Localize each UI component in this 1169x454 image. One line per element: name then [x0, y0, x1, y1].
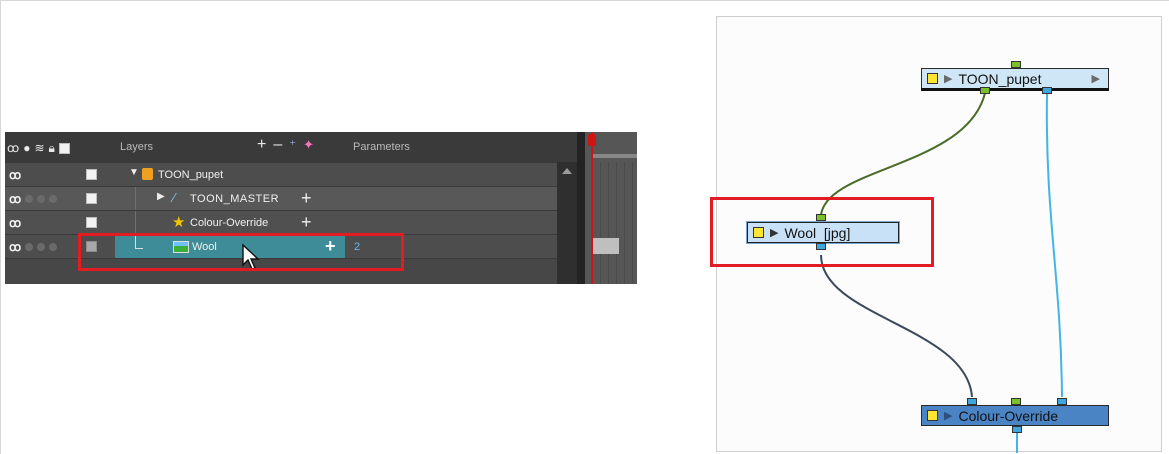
- node-colour-override[interactable]: ▶ Colour-Override: [921, 405, 1109, 426]
- node-output-port[interactable]: [1042, 87, 1052, 94]
- node-expand-arrow-icon[interactable]: ▶: [944, 72, 952, 85]
- onion-skin-icon[interactable]: ꝏ: [9, 192, 21, 206]
- node-label: Colour-Override: [958, 407, 1059, 424]
- onion-skin-icon[interactable]: ꝏ: [9, 240, 21, 254]
- scrollbar[interactable]: [557, 162, 577, 284]
- playhead-line[interactable]: [591, 132, 593, 284]
- node-output-port[interactable]: [980, 87, 990, 94]
- layer-tools: + – ⁺ ✦: [257, 136, 314, 154]
- selected-frames[interactable]: [593, 238, 619, 254]
- expand-arrow-icon[interactable]: ▼: [129, 167, 139, 178]
- lock-icon[interactable]: 🔒︎: [49, 141, 55, 155]
- layer-toggle-icons: ꝏ ● ≋ 🔒︎: [7, 140, 70, 156]
- layer-name[interactable]: Colour-Override: [190, 217, 268, 229]
- node-expand-arrow-icon[interactable]: ▶: [944, 409, 952, 422]
- node-input-port[interactable]: [967, 398, 977, 405]
- layer-color-swatch[interactable]: [86, 169, 97, 180]
- layers-label: Layers: [120, 141, 154, 153]
- xsheet-frames[interactable]: [585, 132, 637, 284]
- layer-name[interactable]: TOON_pupet: [158, 169, 223, 181]
- group-icon: [142, 168, 153, 180]
- node-underline: [921, 88, 1109, 91]
- add-child-icon[interactable]: +: [301, 188, 312, 208]
- tree-line: [135, 211, 136, 235]
- layer-row-toon-pupet[interactable]: ꝏ ▼ TOON_pupet: [5, 162, 557, 186]
- node-enter-arrow-icon[interactable]: ▶: [1092, 72, 1100, 85]
- layer-status-dots: [25, 195, 57, 203]
- layer-status-dots: [25, 243, 57, 251]
- parameters-label: Parameters: [353, 141, 410, 153]
- node-output-port[interactable]: [1012, 426, 1022, 433]
- node-input-port[interactable]: [1057, 398, 1067, 405]
- node-input-port[interactable]: [1011, 398, 1021, 405]
- add-effect-icon[interactable]: ✦: [303, 137, 314, 153]
- layer-color-swatch[interactable]: [86, 217, 97, 228]
- onion-skin-icon[interactable]: ꝏ: [9, 216, 21, 230]
- add-peg-icon[interactable]: ⁺: [289, 137, 296, 153]
- highlight-box-wool-layer: [78, 233, 404, 271]
- onion-skin-icon[interactable]: ꝏ: [7, 141, 19, 155]
- node-display-toggle[interactable]: [927, 410, 938, 421]
- layer-name[interactable]: TOON_MASTER: [190, 193, 279, 205]
- remove-layer-icon[interactable]: –: [273, 136, 282, 154]
- node-toon-pupet[interactable]: ▶ TOON_pupet ▶: [921, 68, 1109, 89]
- node-display-toggle[interactable]: [927, 73, 938, 84]
- onion-skin-icon[interactable]: ꝏ: [9, 168, 21, 182]
- layer-color-swatch[interactable]: [86, 193, 97, 204]
- playhead-handle[interactable]: [588, 134, 596, 146]
- scroll-up-icon[interactable]: [562, 168, 572, 174]
- node-input-port[interactable]: [1011, 61, 1021, 68]
- collapse-arrow-icon[interactable]: ▶: [157, 191, 165, 202]
- drawing-icon: ⁄: [173, 190, 176, 205]
- node-label: TOON_pupet: [958, 70, 1042, 87]
- add-layer-icon[interactable]: +: [257, 136, 266, 154]
- layer-row-toon-master[interactable]: ꝏ ▶ ⁄ TOON_MASTER +: [5, 186, 557, 211]
- timeline-header: ꝏ ● ≋ 🔒︎ Layers + – ⁺ ✦ Parameters: [5, 132, 637, 162]
- highlight-box-wool-node: [710, 197, 934, 267]
- tree-line: [135, 187, 136, 211]
- frame-ruler: [593, 154, 637, 158]
- add-child-icon[interactable]: +: [301, 212, 312, 232]
- star-icon: ★: [172, 214, 186, 231]
- frame-grid: [593, 162, 637, 284]
- panel-splitter[interactable]: [577, 132, 585, 284]
- color-swatch-icon[interactable]: [58, 142, 70, 154]
- visibility-icon[interactable]: ●: [23, 141, 30, 155]
- layer-row-colour-override[interactable]: ꝏ ★ Colour-Override +: [5, 210, 557, 235]
- stack-icon[interactable]: ≋: [34, 141, 44, 155]
